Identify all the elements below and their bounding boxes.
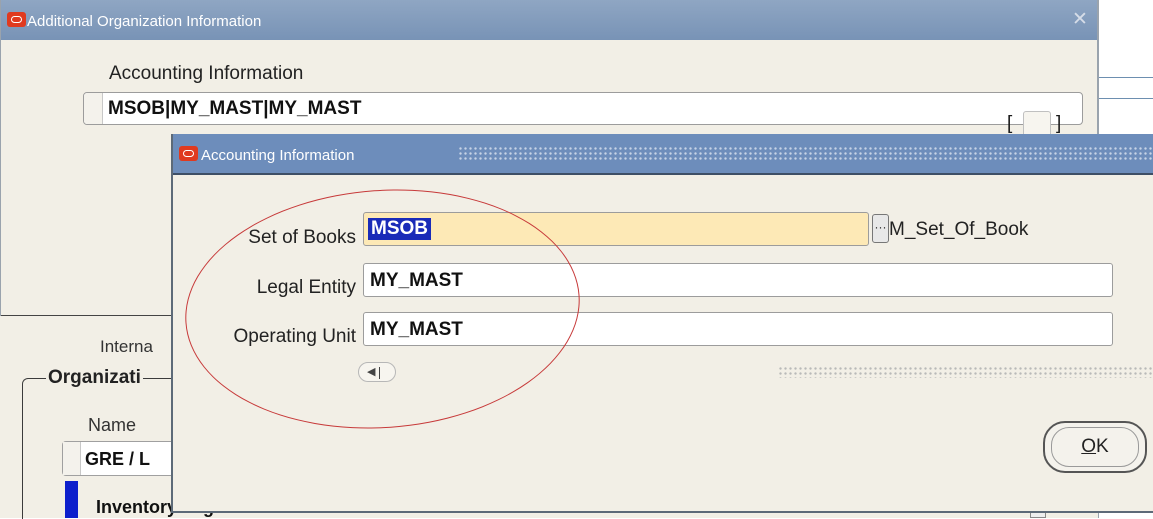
internal-label: Interna (100, 337, 153, 356)
window-edge (1, 315, 171, 316)
ok-button-label: OK (1081, 436, 1109, 457)
set-of-books-description: M_Set_Of_Book (889, 219, 1029, 240)
classification-name: GRE / L (85, 449, 151, 469)
row-selector[interactable] (63, 442, 81, 475)
dialog-title: Accounting Information (201, 147, 355, 164)
window-titlebar[interactable]: Additional Organization Information ✕ (1, 0, 1097, 40)
ok-button[interactable]: OK (1043, 421, 1147, 473)
classification-row[interactable]: GRE / L (62, 441, 182, 476)
divider (1099, 98, 1153, 99)
titlebar-edge (173, 173, 1153, 175)
ellipsis-icon[interactable]: ··· (872, 214, 889, 243)
close-icon[interactable]: ✕ (1070, 10, 1090, 30)
divider (1099, 77, 1153, 78)
bracket-right: ] (1056, 113, 1062, 134)
dialog-titlebar[interactable]: Accounting Information (173, 134, 1153, 175)
oracle-logo-icon (179, 146, 198, 161)
scrollbar-track[interactable] (778, 366, 1153, 378)
bracket-left: [ (1007, 113, 1013, 134)
name-column-header: Name (88, 415, 137, 435)
oracle-logo-icon (7, 12, 26, 27)
titlebar-grip-pattern (458, 146, 1153, 162)
window-title: Additional Organization Information (27, 13, 262, 30)
accounting-information-value: MSOB|MY_MAST|MY_MAST (108, 98, 362, 119)
field-gutter (84, 93, 103, 124)
current-record-indicator[interactable] (65, 481, 78, 518)
accounting-information-label: Accounting Information (109, 63, 304, 84)
organization-group-title: Organizati (46, 367, 143, 389)
accounting-information-field[interactable]: MSOB|MY_MAST|MY_MAST (83, 92, 1083, 125)
